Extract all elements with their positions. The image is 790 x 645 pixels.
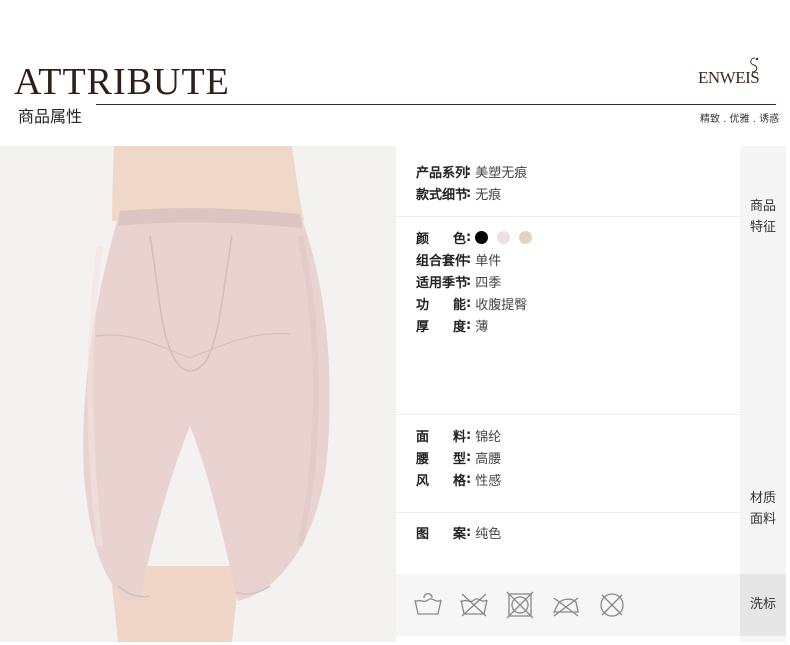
- attr-label: 颜色: [416, 231, 466, 247]
- shapewear-illustration: [83, 146, 330, 642]
- page-title-zh: 商品属性: [18, 107, 83, 126]
- attr-value: 高腰: [475, 451, 502, 467]
- no-iron-icon: [552, 597, 579, 617]
- attr-colon: :: [466, 185, 472, 201]
- attr-label: 面料: [416, 429, 466, 445]
- basic-section: 颜色 : 组合套件: 单件 适用季节: 四季 功能 : 收腹提臀 厚度 : 薄: [396, 226, 740, 336]
- attr-value: 锦纶: [475, 429, 502, 445]
- section-divider: [396, 414, 740, 415]
- attr-value: 美塑无痕: [475, 165, 528, 181]
- color-swatch-black[interactable]: [475, 230, 489, 244]
- attr-value: 四季: [475, 275, 502, 291]
- no-dry-clean-icon: [600, 593, 624, 617]
- attr-colon: :: [466, 251, 472, 267]
- attr-value: 无痕: [475, 187, 502, 203]
- attr-row-fabric: 面料 : 锦纶: [396, 424, 740, 446]
- attr-label: 厚度: [416, 319, 466, 335]
- attr-row-set: 组合套件: 单件: [396, 248, 740, 270]
- attr-row-series: 产品系列: 美塑无痕: [396, 160, 740, 182]
- product-photo: [0, 146, 396, 642]
- attr-colon: :: [466, 229, 472, 245]
- attr-colon: :: [466, 427, 472, 443]
- color-swatches: [475, 230, 533, 244]
- attr-label: 款式细节: [416, 187, 469, 203]
- attr-colon: :: [466, 273, 472, 289]
- attr-row-thickness: 厚度 : 薄: [396, 314, 740, 336]
- attr-colon: :: [466, 471, 472, 487]
- no-wash-icon: [460, 593, 488, 617]
- attr-colon: :: [466, 449, 472, 465]
- wash-side-tab: 洗标: [740, 574, 786, 636]
- attr-value: 薄: [475, 319, 489, 335]
- attr-label: 组合套件: [416, 253, 469, 269]
- attr-label: 图案: [416, 526, 466, 542]
- attr-colon: :: [466, 524, 472, 540]
- attr-value: 纯色: [475, 526, 502, 542]
- header-divider: [96, 104, 776, 105]
- attr-value: 收腹提臀: [475, 297, 528, 313]
- material-section: 面料 : 锦纶 腰型 : 高腰 风格 : 性感: [396, 424, 740, 490]
- attr-row-color: 颜色 :: [396, 226, 740, 248]
- wash-icons: [412, 590, 628, 620]
- attr-row-function: 功能 : 收腹提臀: [396, 292, 740, 314]
- attr-colon: :: [466, 317, 472, 333]
- attr-label: 产品系列: [416, 165, 469, 181]
- features-section: 产品系列: 美塑无痕 款式细节: 无痕: [396, 160, 740, 204]
- attr-colon: :: [466, 295, 472, 311]
- attr-colon: :: [466, 163, 472, 179]
- attr-value: 单件: [475, 253, 502, 269]
- section-divider: [396, 512, 740, 513]
- side-label-material: 材质 面料: [749, 491, 776, 527]
- hand-wash-icon: [414, 592, 442, 615]
- color-swatch-nude[interactable]: [519, 230, 533, 244]
- pattern-section: 图案 : 纯色: [396, 521, 740, 543]
- attr-value: 性感: [475, 473, 502, 489]
- attr-label: 功能: [416, 297, 466, 313]
- attr-label: 风格: [416, 473, 466, 489]
- attr-row-pattern: 图案 : 纯色: [396, 521, 740, 543]
- attr-label: 适用季节: [416, 275, 469, 291]
- page-title-en: ATTRIBUTE: [14, 61, 230, 103]
- no-tumble-dry-icon: [506, 591, 534, 619]
- side-label-wash: 洗标: [749, 597, 776, 612]
- section-divider: [396, 216, 740, 217]
- attr-label: 腰型: [416, 451, 466, 467]
- brand-slogan: 精致 . 优雅 . 诱惑: [700, 114, 780, 125]
- attribute-panel: 产品系列: 美塑无痕 款式细节: 无痕 颜色 : 组合套件: 单件 适用季节: …: [396, 146, 740, 642]
- attr-row-season: 适用季节: 四季: [396, 270, 740, 292]
- logo-swirl-icon: [750, 57, 759, 73]
- attr-row-style: 风格 : 性感: [396, 468, 740, 490]
- side-label-features: 商品 特征: [749, 199, 776, 235]
- color-swatch-pink[interactable]: [497, 230, 511, 244]
- attr-row-waist: 腰型 : 高腰: [396, 446, 740, 468]
- side-column: 商品 特征 材质 面料: [740, 146, 786, 642]
- attr-row-detail: 款式细节: 无痕: [396, 182, 740, 204]
